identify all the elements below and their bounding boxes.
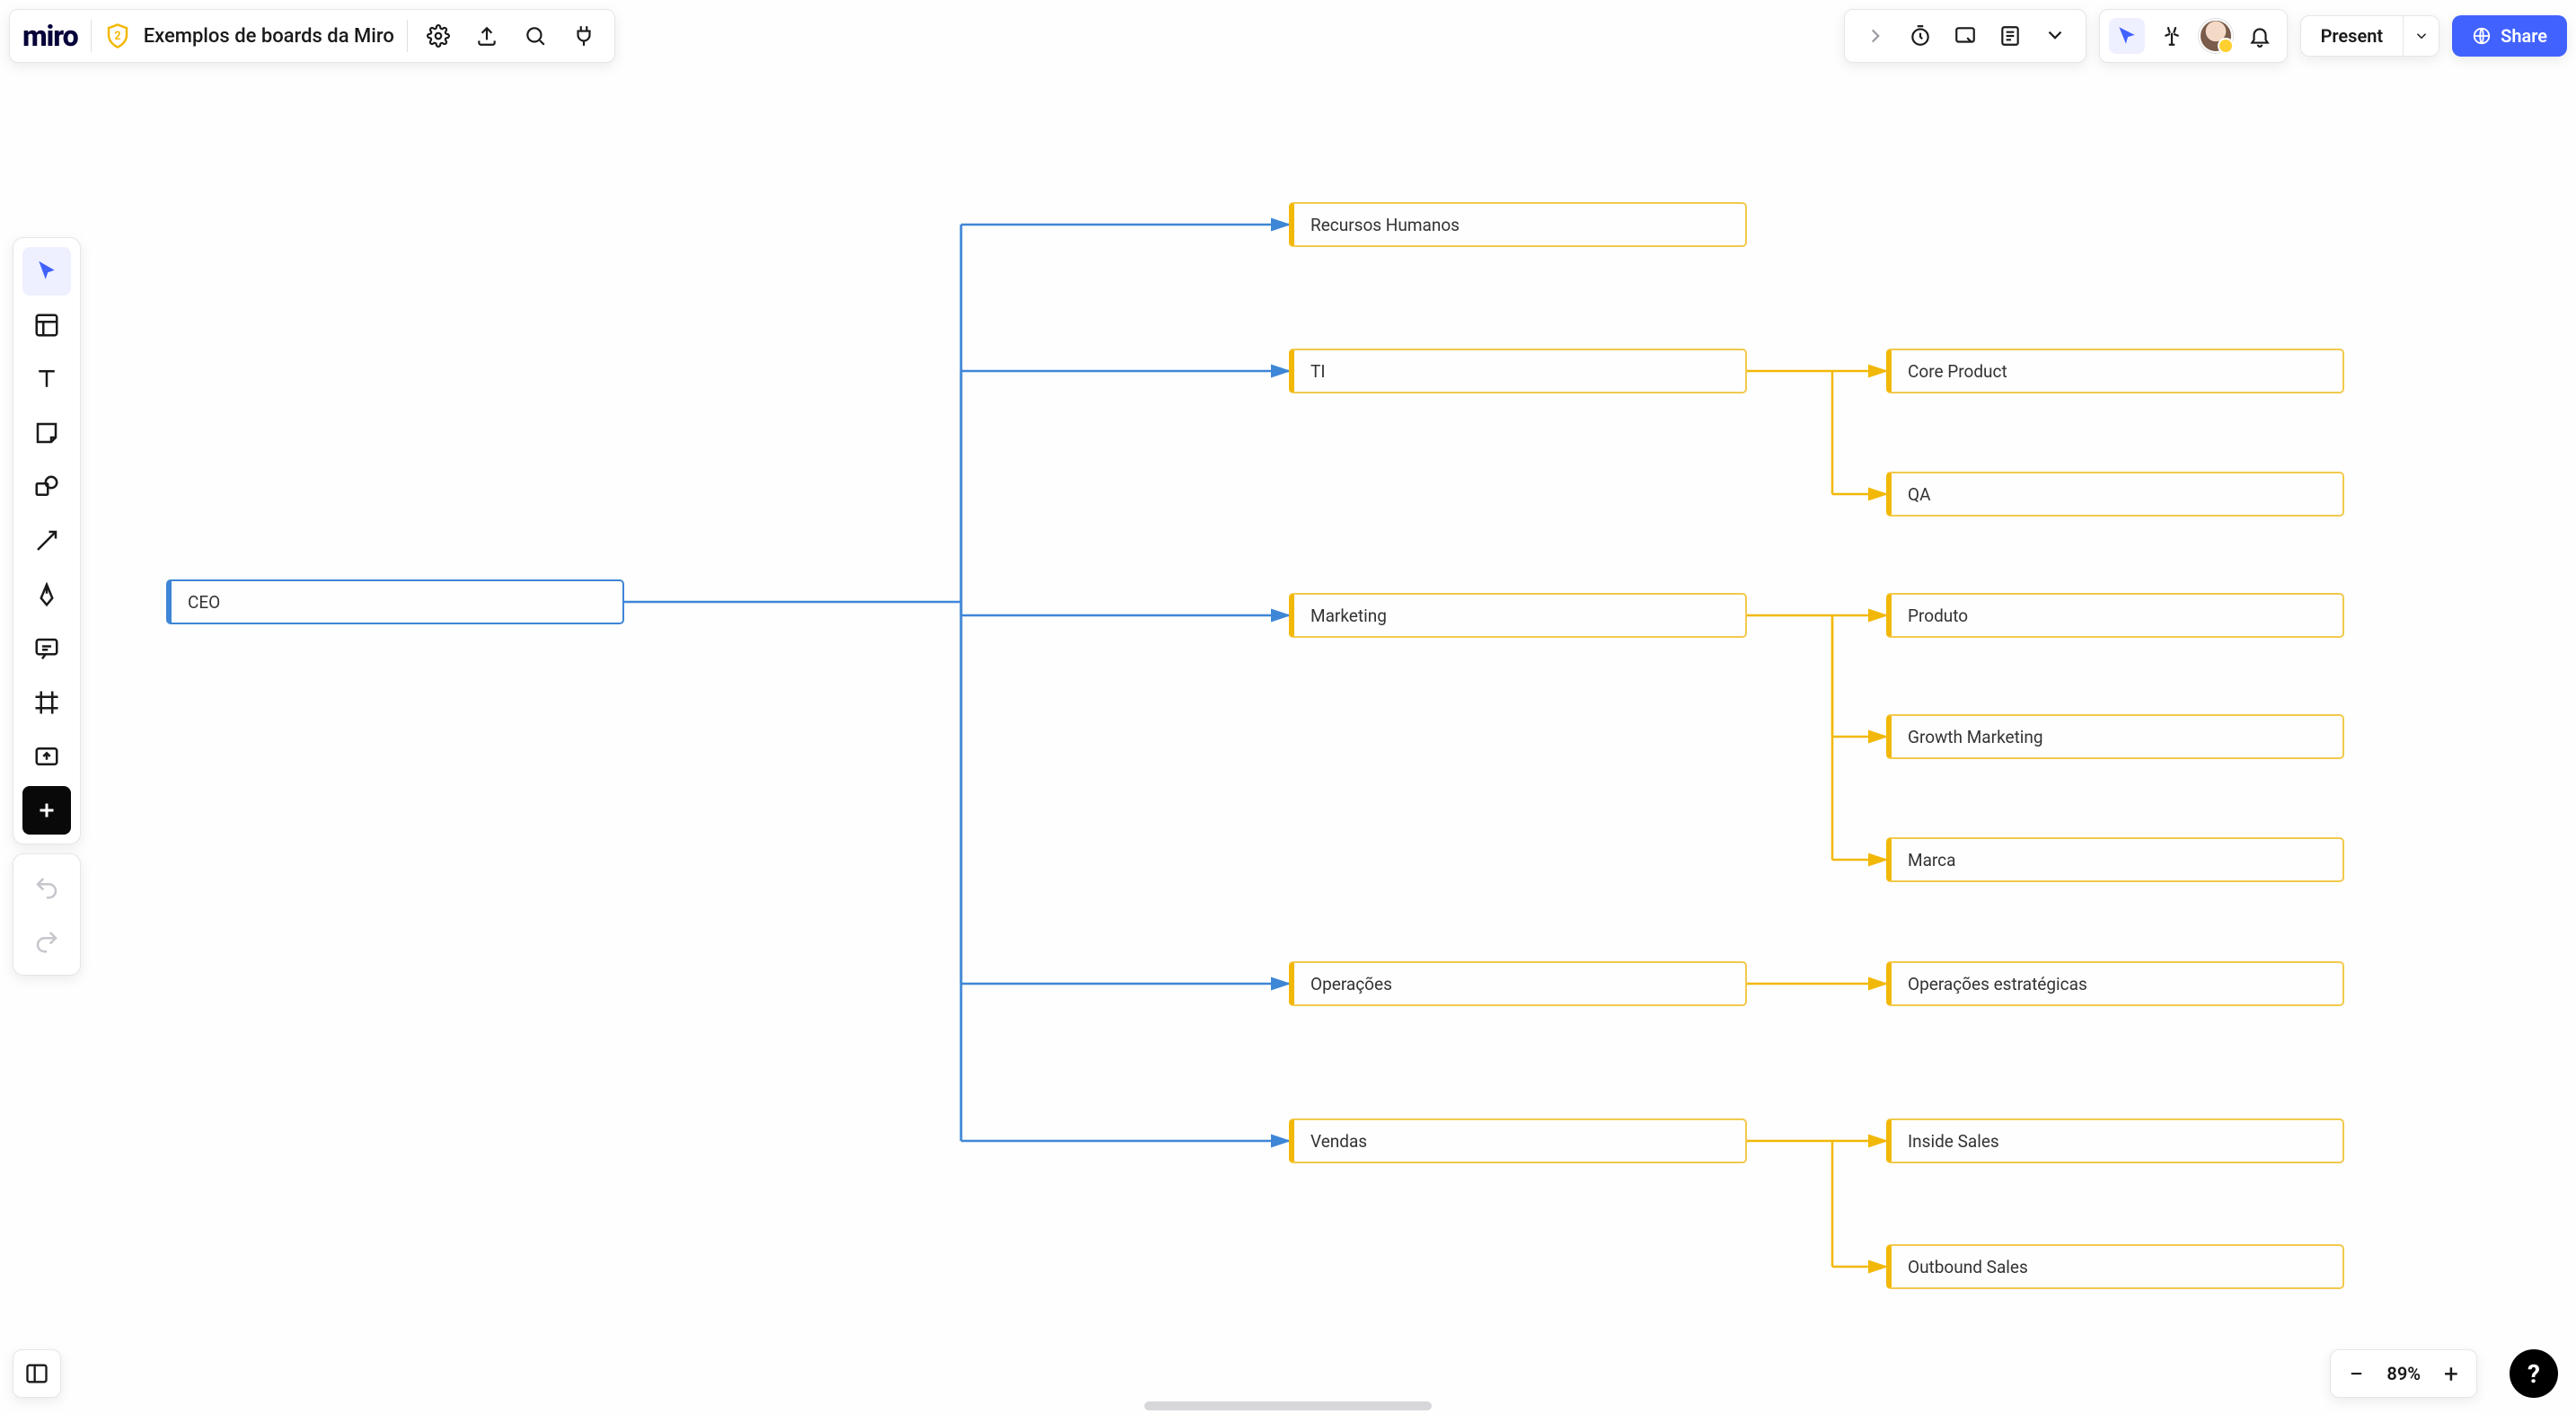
reactions-icon[interactable] (2154, 18, 2190, 54)
redo-button[interactable] (22, 917, 71, 966)
horizontal-scrollbar[interactable] (1144, 1401, 1432, 1410)
chevron-right-icon[interactable] (1857, 18, 1893, 54)
help-button[interactable]: ? (2510, 1349, 2558, 1398)
node-dept-2[interactable]: Marketing (1289, 593, 1747, 638)
history-panel (13, 853, 81, 976)
frame-tool[interactable] (22, 678, 71, 727)
header-right-toolbar-1 (1844, 9, 2086, 63)
node-dept-0[interactable]: Recursos Humanos (1289, 202, 1747, 247)
header-right-toolbar-2 (2099, 9, 2288, 63)
separator (407, 20, 408, 52)
more-chevron-icon[interactable] (2037, 18, 2073, 54)
shape-tool[interactable] (22, 463, 71, 511)
node-sub-2-0[interactable]: Produto (1886, 593, 2344, 638)
select-tool[interactable] (22, 247, 71, 296)
node-sub-3-0[interactable]: Operações estratégicas (1886, 961, 2344, 1006)
plug-icon[interactable] (566, 18, 602, 54)
node-sub-4-0[interactable]: Inside Sales (1886, 1118, 2344, 1163)
present-button-group: Present (2300, 15, 2440, 57)
search-icon[interactable] (517, 18, 553, 54)
node-sub-1-0[interactable]: Core Product (1886, 349, 2344, 393)
tools-panel (13, 237, 81, 844)
present-dropdown[interactable] (2403, 16, 2439, 56)
share-label: Share (2501, 25, 2547, 47)
screen-icon[interactable] (1947, 18, 1983, 54)
miro-logo[interactable]: miro (22, 19, 78, 53)
list-icon[interactable] (1992, 18, 2028, 54)
node-dept-4[interactable]: Vendas (1289, 1118, 1747, 1163)
node-dept-3[interactable]: Operações (1289, 961, 1747, 1006)
present-button[interactable]: Present (2301, 25, 2404, 47)
undo-button[interactable] (22, 863, 71, 912)
zoom-out-button[interactable]: − (2343, 1359, 2369, 1389)
collapse-panels-button[interactable] (13, 1349, 61, 1398)
sticky-note-tool[interactable] (22, 409, 71, 457)
zoom-value[interactable]: 89% (2386, 1363, 2421, 1384)
export-icon[interactable] (469, 18, 505, 54)
zoom-in-button[interactable]: + (2439, 1359, 2464, 1389)
svg-text:2: 2 (114, 30, 120, 43)
user-avatar[interactable] (2199, 19, 2233, 53)
upload-tool[interactable] (22, 732, 71, 781)
node-sub-1-1[interactable]: QA (1886, 472, 2344, 517)
text-tool[interactable] (22, 355, 71, 403)
node-dept-1[interactable]: TI (1289, 349, 1747, 393)
share-button[interactable]: Share (2452, 15, 2567, 57)
plan-shield-icon[interactable]: 2 (104, 22, 131, 49)
globe-icon (2472, 26, 2492, 46)
board-canvas[interactable]: CEO Recursos Humanos TI Core Product QA Marke… (0, 0, 2576, 1414)
pen-tool[interactable] (22, 570, 71, 619)
node-ceo[interactable]: CEO (166, 579, 624, 624)
separator (91, 20, 92, 52)
zoom-controls: − 89% + (2330, 1349, 2477, 1398)
comment-tool[interactable] (22, 624, 71, 673)
template-tool[interactable] (22, 301, 71, 349)
header-left-toolbar: miro 2 Exemplos de boards da Miro (9, 9, 615, 63)
connector-tool[interactable] (22, 517, 71, 565)
settings-icon[interactable] (420, 18, 456, 54)
node-sub-4-1[interactable]: Outbound Sales (1886, 1244, 2344, 1289)
node-sub-2-2[interactable]: Marca (1886, 837, 2344, 882)
more-apps-tool[interactable] (22, 786, 71, 835)
board-title[interactable]: Exemplos de boards da Miro (144, 25, 394, 48)
sidebar-toggle-icon (24, 1361, 49, 1386)
cursor-mode-icon[interactable] (2109, 18, 2145, 54)
node-sub-2-1[interactable]: Growth Marketing (1886, 714, 2344, 759)
notifications-icon[interactable] (2242, 18, 2278, 54)
timer-icon[interactable] (1902, 18, 1938, 54)
